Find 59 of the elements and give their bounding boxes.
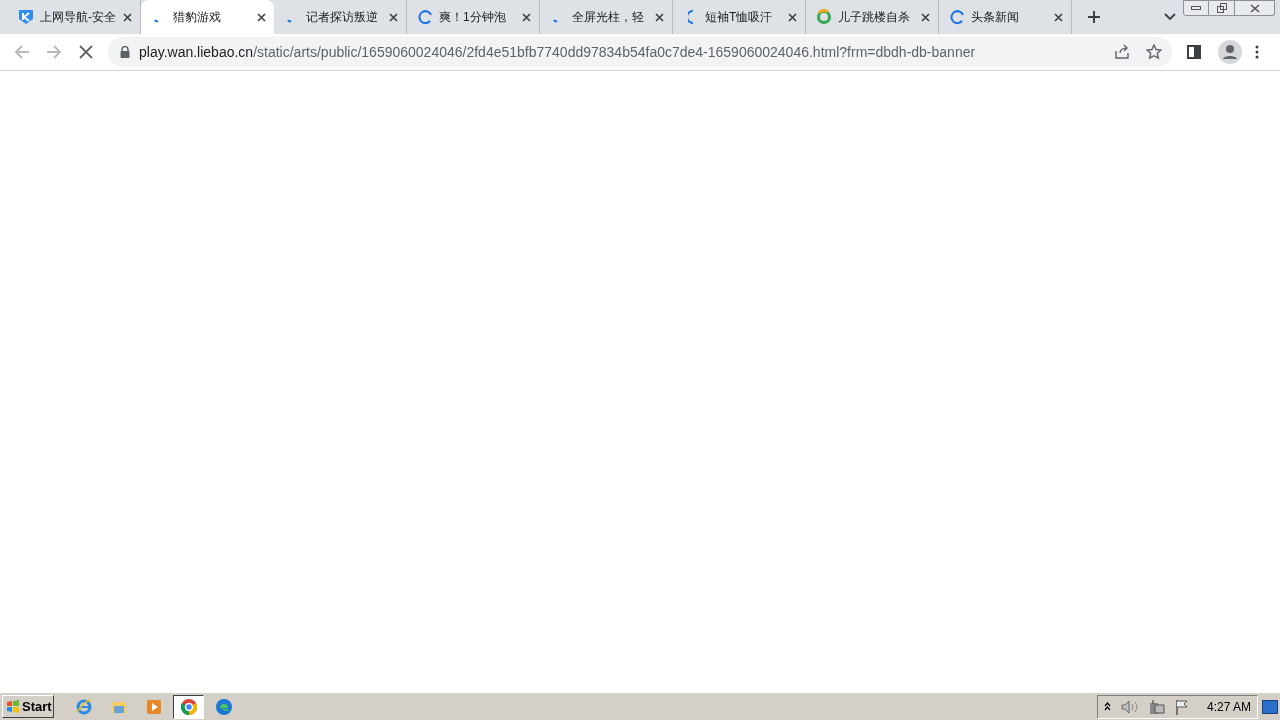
close-icon[interactable] (788, 12, 797, 22)
show-desktop-button[interactable] (1262, 699, 1278, 714)
close-icon[interactable] (655, 12, 664, 22)
minimize-icon (1191, 5, 1201, 11)
loading-arc-icon (688, 10, 694, 24)
close-icon[interactable] (257, 12, 266, 22)
browser-tab[interactable]: 猎豹游戏 (141, 0, 274, 34)
browser-tab[interactable]: 短袖T恤吸汗 (673, 0, 806, 34)
show-hidden-icons-icon[interactable] (1103, 701, 1111, 712)
chrome-icon (179, 697, 198, 716)
url-text: play.wan.liebao.cn/static/arts/public/1659060024046/2fd4e51bfb7740dd97834b54fa0c7de4-1659060024046.html?frm=dbdh-db-banner (139, 42, 976, 62)
tab-title: 头条新闻 (971, 9, 1020, 26)
tab-title: 猎豹游戏 (173, 9, 222, 26)
minimize-button[interactable] (1183, 0, 1209, 16)
close-icon (1249, 3, 1260, 13)
close-icon[interactable] (522, 12, 531, 22)
profile-avatar-icon[interactable] (1218, 40, 1242, 64)
restore-button[interactable] (1209, 0, 1235, 16)
tab-title: 儿子跳楼自杀 (838, 9, 911, 26)
flag-icon[interactable] (1174, 698, 1189, 715)
address-bar[interactable]: play.wan.liebao.cn/static/arts/public/1659060024046/2fd4e51bfb7740dd97834b54fa0c7de4-1659060024046.html?frm=dbdh-db-banner (108, 37, 1172, 67)
chevron-down-icon[interactable] (1164, 13, 1176, 21)
ie-browser-icon (74, 697, 93, 716)
media-player-icon (144, 697, 163, 716)
close-icon[interactable] (389, 12, 398, 22)
speaker-icon[interactable] (1120, 699, 1139, 714)
close-icon[interactable] (123, 12, 132, 22)
browser-tab[interactable]: 头条新闻 (939, 0, 1072, 34)
close-icon[interactable] (1054, 12, 1063, 22)
browser-tab[interactable]: 上网导航-安全 (8, 0, 141, 34)
side-panel-icon[interactable] (1187, 45, 1201, 59)
browser-tab[interactable]: 儿子跳楼自杀 (806, 0, 939, 34)
shield-logo-icon (18, 9, 34, 25)
restore-icon (1216, 3, 1227, 13)
close-icon[interactable] (921, 12, 930, 22)
browser-tab[interactable]: 爽！1分钟泡 (407, 0, 540, 34)
lock-icon (120, 46, 130, 58)
clock-text: 4:27 AM (1206, 698, 1251, 716)
tab-title: 全屏光柱，轻 (572, 9, 645, 26)
edge-icon (214, 697, 233, 716)
browser-tab[interactable]: 全屏光柱，轻 (540, 0, 673, 34)
start-button[interactable]: Start (2, 695, 54, 718)
stop-icon[interactable] (79, 45, 93, 59)
menu-icon[interactable] (1255, 45, 1259, 59)
taskbar-app-button[interactable] (173, 694, 204, 719)
new-tab-icon[interactable] (1087, 10, 1101, 24)
windows-logo-icon (6, 700, 20, 713)
bookmark-star-icon[interactable] (1146, 44, 1162, 60)
tab-title: 上网导航-安全 (40, 9, 117, 26)
network-icon[interactable] (1148, 698, 1165, 715)
ring-logo-icon (816, 9, 832, 25)
tab-title: 爽！1分钟泡 (439, 9, 507, 26)
loading-spinner-icon (949, 9, 965, 25)
loading-spinner-icon (417, 9, 433, 25)
tab-title: 短袖T恤吸汗 (705, 9, 774, 26)
tab-title: 记者探访叛逆 (306, 9, 379, 26)
share-icon[interactable] (1114, 44, 1130, 60)
browser-tab[interactable]: 记者探访叛逆 (274, 0, 407, 34)
close-button[interactable] (1235, 0, 1275, 16)
